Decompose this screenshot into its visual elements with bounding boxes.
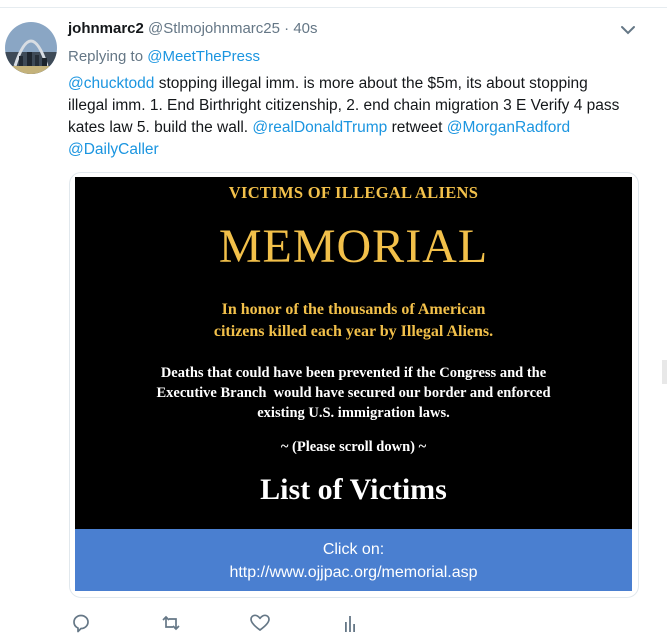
link-card[interactable]: VICTIMS OF ILLEGAL ALIENS MEMORIAL In ho… bbox=[69, 172, 639, 598]
tweet-body-mid: retweet bbox=[387, 119, 447, 136]
avatar-image bbox=[5, 22, 57, 74]
tweet-text: @chucktodd stopping illegal imm. is more… bbox=[68, 73, 620, 161]
poster-list-title: List of Victims bbox=[260, 473, 447, 506]
replying-handle-link[interactable]: @MeetThePress bbox=[147, 48, 260, 65]
avatar[interactable] bbox=[5, 22, 57, 74]
analytics-icon[interactable] bbox=[339, 612, 361, 634]
poster-scroll-note: ~ (Please scroll down) ~ bbox=[280, 439, 427, 455]
banner-line: Click on: bbox=[322, 541, 385, 558]
retweet-icon[interactable] bbox=[160, 612, 182, 634]
tweet-header: johnmarc2 @Stlmojohnmarc25 · 40s bbox=[68, 20, 318, 37]
mention-link[interactable]: @realDonaldTrump bbox=[252, 119, 387, 136]
card-link-banner[interactable]: Click on: http://www.ojjpac.org/memorial… bbox=[75, 529, 632, 591]
header-separator: · bbox=[284, 20, 290, 37]
replying-to: Replying to @MeetThePress bbox=[68, 48, 260, 65]
card-image[interactable]: VICTIMS OF ILLEGAL ALIENS MEMORIAL In ho… bbox=[75, 177, 632, 530]
page-scrollbar[interactable] bbox=[662, 360, 667, 384]
author-name[interactable]: johnmarc2 bbox=[68, 20, 144, 37]
timeline-divider bbox=[0, 0, 667, 8]
poster-honor-line: In honor of the thousands of American bbox=[221, 301, 486, 318]
author-handle[interactable]: @Stlmojohnmarc25 bbox=[148, 20, 280, 37]
poster-deaths-line: Deaths that could have been prevented if… bbox=[160, 365, 547, 381]
poster-honor: In honor of the thousands of American ci… bbox=[75, 299, 632, 343]
poster-deaths-line: existing U.S. immigration laws. bbox=[257, 405, 450, 421]
poster-deaths: Deaths that could have been prevented if… bbox=[75, 363, 632, 423]
poster-title: MEMORIAL bbox=[218, 220, 489, 273]
banner-url[interactable]: http://www.ojjpac.org/memorial.asp bbox=[75, 562, 632, 584]
mention-link[interactable]: @chucktodd bbox=[68, 75, 154, 92]
heart-icon[interactable] bbox=[249, 612, 271, 634]
mention-link[interactable]: @MorganRadford bbox=[447, 119, 570, 136]
poster-deaths-line: Executive Branch would have secured our … bbox=[156, 385, 551, 401]
tweet-actions bbox=[68, 612, 388, 636]
chevron-down-icon[interactable] bbox=[620, 24, 636, 36]
poster-honor-line: citizens killed each year by Illegal Ali… bbox=[213, 323, 494, 340]
reply-icon[interactable] bbox=[70, 612, 92, 634]
replying-prefix: Replying to bbox=[68, 48, 148, 65]
mention-link[interactable]: @DailyCaller bbox=[68, 141, 159, 158]
tweet-timestamp[interactable]: 40s bbox=[293, 20, 317, 37]
poster-heading: VICTIMS OF ILLEGAL ALIENS bbox=[228, 183, 479, 202]
